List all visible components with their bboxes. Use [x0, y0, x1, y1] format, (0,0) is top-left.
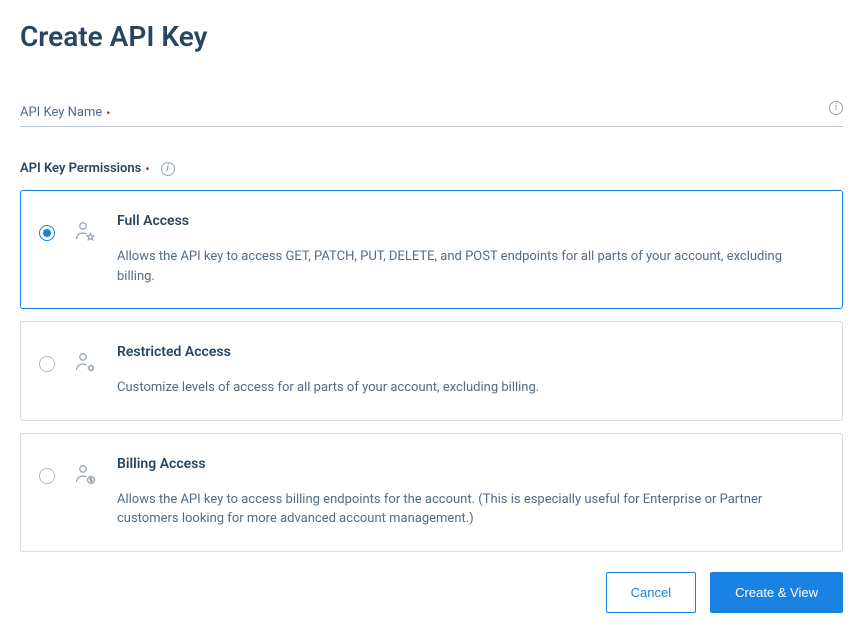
- user-star-icon: [73, 219, 99, 245]
- option-description: Customize levels of access for all parts…: [117, 378, 820, 398]
- radio-billing-access[interactable]: [39, 468, 55, 484]
- info-icon[interactable]: i: [829, 101, 843, 115]
- api-key-name-field[interactable]: API Key Name• i: [20, 101, 843, 127]
- api-key-name-label: API Key Name•: [20, 105, 110, 120]
- option-title: Restricted Access: [117, 344, 820, 360]
- option-title: Billing Access: [117, 456, 820, 472]
- required-indicator: •: [106, 106, 110, 120]
- option-description: Allows the API key to access billing end…: [117, 490, 820, 529]
- page-title: Create API Key: [20, 20, 843, 53]
- radio-restricted-access[interactable]: [39, 356, 55, 372]
- option-title: Full Access: [117, 213, 820, 229]
- permissions-label: API Key Permissions• i: [20, 161, 843, 176]
- info-icon[interactable]: i: [161, 162, 175, 176]
- option-description: Allows the API key to access GET, PATCH,…: [117, 247, 820, 286]
- permission-option-full-access[interactable]: Full Access Allows the API key to access…: [20, 190, 843, 309]
- radio-full-access[interactable]: [39, 225, 55, 241]
- required-indicator: •: [145, 162, 149, 176]
- button-row: Cancel Create & View: [20, 572, 843, 613]
- user-gear-icon: [73, 350, 99, 376]
- permission-option-billing-access[interactable]: Billing Access Allows the API key to acc…: [20, 433, 843, 552]
- cancel-button[interactable]: Cancel: [606, 572, 696, 613]
- create-view-button[interactable]: Create & View: [710, 572, 843, 613]
- user-dollar-icon: [73, 462, 99, 488]
- permission-option-restricted-access[interactable]: Restricted Access Customize levels of ac…: [20, 321, 843, 421]
